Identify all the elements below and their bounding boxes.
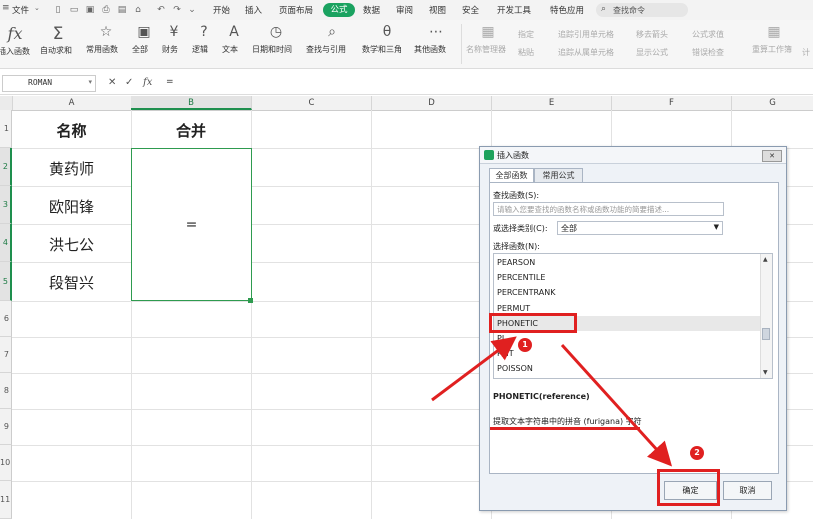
annotation-arrows <box>431 336 673 467</box>
arrow-to-ok <box>560 343 673 467</box>
arrow-to-phonetic <box>431 336 517 402</box>
step-badge-2: 2 <box>690 446 704 460</box>
step-badge-1: 1 <box>518 338 532 352</box>
